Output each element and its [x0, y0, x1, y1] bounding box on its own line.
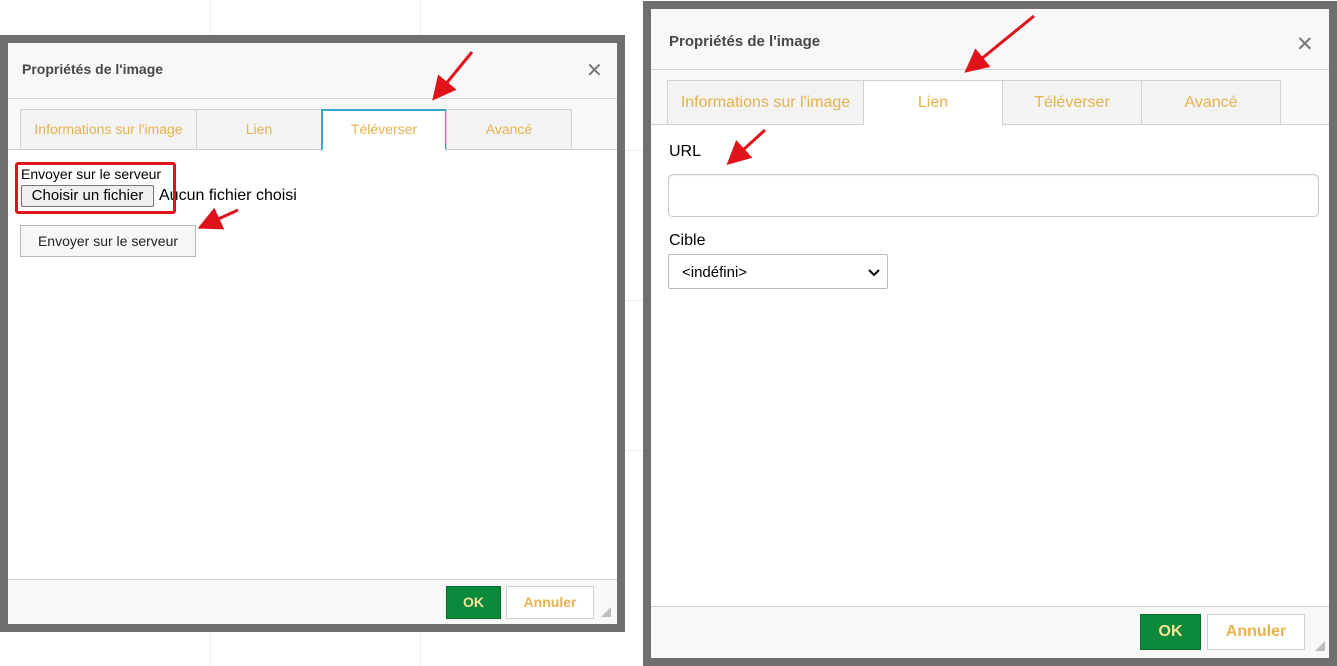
tab-strip: Informations sur l'image Lien Téléverser… — [8, 99, 617, 151]
image-properties-dialog-upload: Propriétés de l'image ✕ Informations sur… — [0, 35, 625, 632]
close-icon[interactable]: ✕ — [586, 60, 603, 80]
tab-upload[interactable]: Téléverser — [321, 109, 447, 151]
close-icon[interactable]: ✕ — [1296, 34, 1314, 55]
target-select[interactable]: <indéfini> — [668, 254, 888, 289]
tab-strip: Informations sur l'image Lien Téléverser… — [651, 70, 1329, 126]
ok-label: OK — [1158, 623, 1183, 640]
tab-link[interactable]: Lien — [863, 80, 1003, 126]
tab-label: Informations sur l'image — [34, 121, 183, 137]
dialog-header: Propriétés de l'image ✕ — [651, 9, 1329, 70]
tab-label: Téléverser — [1034, 94, 1110, 111]
tab-label: Lien — [917, 94, 949, 111]
target-select-value: <indéfini> — [682, 264, 748, 281]
ok-button[interactable]: OK — [446, 586, 501, 619]
url-input[interactable] — [668, 174, 1319, 217]
dialog-title: Propriétés de l'image — [22, 61, 164, 77]
resize-handle-icon[interactable] — [601, 607, 611, 617]
dialog-title: Propriétés de l'image — [669, 33, 821, 50]
dialog-header: Propriétés de l'image ✕ — [8, 43, 617, 99]
chevron-down-icon — [868, 269, 880, 277]
url-label: URL — [669, 143, 702, 160]
send-to-server-label: Envoyer sur le serveur — [37, 233, 179, 249]
tab-upload[interactable]: Téléverser — [1002, 80, 1142, 125]
ok-button[interactable]: OK — [1140, 614, 1201, 650]
resize-handle-icon[interactable] — [1315, 641, 1325, 651]
image-properties-dialog-link: Propriétés de l'image ✕ Informations sur… — [643, 1, 1337, 666]
file-status: Aucun fichier choisi — [159, 187, 297, 204]
cancel-label: Annuler — [523, 594, 577, 610]
tab-image-info[interactable]: Informations sur l'image — [20, 109, 197, 150]
ok-label: OK — [463, 594, 484, 610]
tab-label: Téléverser — [350, 121, 418, 137]
dialog-footer: OK Annuler — [8, 579, 617, 624]
cancel-label: Annuler — [1225, 623, 1287, 640]
tab-advanced[interactable]: Avancé — [446, 109, 572, 150]
highlight-box — [15, 162, 176, 214]
tab-label: Avancé — [485, 121, 533, 137]
tab-label: Lien — [245, 121, 273, 137]
tab-advanced[interactable]: Avancé — [1141, 80, 1281, 125]
send-to-server-button[interactable]: Envoyer sur le serveur — [20, 225, 196, 257]
tab-label: Informations sur l'image — [680, 94, 851, 111]
tab-image-info[interactable]: Informations sur l'image — [667, 80, 864, 125]
tab-link[interactable]: Lien — [196, 109, 322, 150]
dialog-footer: OK Annuler — [651, 606, 1329, 658]
cancel-button[interactable]: Annuler — [1207, 614, 1305, 650]
target-label: Cible — [669, 232, 706, 249]
tab-label: Avancé — [1184, 94, 1238, 111]
cancel-button[interactable]: Annuler — [506, 586, 594, 619]
